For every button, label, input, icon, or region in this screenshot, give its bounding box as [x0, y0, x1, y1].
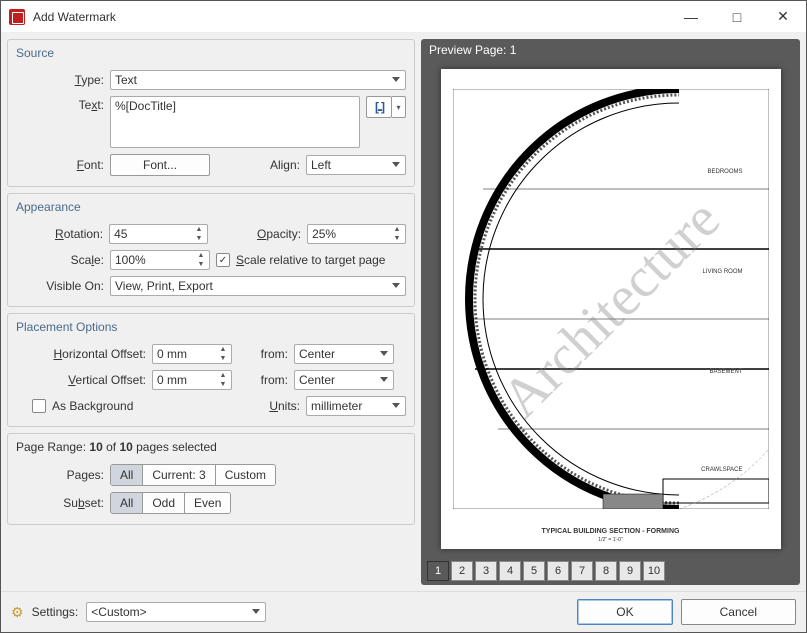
scale-relative-checkbox[interactable]: ✓: [216, 253, 230, 267]
drawing-caption: TYPICAL BUILDING SECTION - FORMING: [441, 528, 781, 535]
page-thumb-10[interactable]: 10: [643, 561, 665, 581]
scale-label: Scale:: [16, 253, 104, 267]
pages-current[interactable]: Current: 3: [143, 465, 215, 485]
as-background-checkbox[interactable]: [32, 399, 46, 413]
pages-custom[interactable]: Custom: [216, 465, 275, 485]
room-label: BEDROOMS: [707, 169, 742, 175]
group-title: Source: [16, 46, 406, 60]
units-select[interactable]: millimeter: [306, 396, 406, 416]
subset-toggle: All Odd Even: [110, 492, 231, 514]
dialog-window: Add Watermark — □ ✕ Source Type: Text Te…: [0, 0, 807, 633]
text-label: Text:: [16, 96, 104, 112]
placement-group: Placement Options Horizontal Offset: ▲▼ …: [7, 313, 415, 427]
font-label: Font:: [16, 158, 104, 172]
group-title: Page Range: 10 of 10 pages selected: [16, 440, 406, 454]
page-thumb-8[interactable]: 8: [595, 561, 617, 581]
app-icon: [9, 9, 25, 25]
spin-up[interactable]: ▲: [215, 345, 231, 354]
pages-toggle: All Current: 3 Custom: [110, 464, 276, 486]
page-thumb-2[interactable]: 2: [451, 561, 473, 581]
page-navigator: 12345678910: [421, 557, 800, 585]
page-thumb-3[interactable]: 3: [475, 561, 497, 581]
minimize-button[interactable]: —: [668, 1, 714, 33]
text-input[interactable]: %[DocTitle]: [110, 96, 360, 148]
visible-select[interactable]: View, Print, Export: [110, 276, 406, 296]
spin-down[interactable]: ▼: [215, 354, 231, 363]
room-label: CRAWLSPACE: [701, 467, 742, 473]
rotation-label: Rotation:: [16, 227, 103, 241]
from-label: from:: [238, 373, 288, 387]
vfrom-select[interactable]: Center: [294, 370, 394, 390]
source-group: Source Type: Text Text: %[DocTitle] [...…: [7, 39, 415, 187]
room-label: LIVING ROOM: [702, 269, 742, 275]
page-thumb-5[interactable]: 5: [523, 561, 545, 581]
type-select[interactable]: Text: [110, 70, 406, 90]
group-title: Appearance: [16, 200, 406, 214]
page-thumb-6[interactable]: 6: [547, 561, 569, 581]
spin-up[interactable]: ▲: [193, 251, 209, 260]
type-label: Type:: [16, 73, 104, 87]
spin-up[interactable]: ▲: [215, 371, 231, 380]
spin-down[interactable]: ▼: [389, 234, 405, 243]
preview-header: Preview Page: 1: [421, 39, 800, 61]
cancel-button[interactable]: Cancel: [681, 599, 796, 625]
subset-odd[interactable]: Odd: [143, 493, 185, 513]
visible-label: Visible On:: [16, 279, 104, 293]
hfrom-select[interactable]: Center: [294, 344, 394, 364]
align-label: Align:: [220, 158, 300, 172]
spin-up[interactable]: ▲: [191, 225, 207, 234]
spin-down[interactable]: ▼: [215, 380, 231, 389]
pages-all[interactable]: All: [111, 465, 143, 485]
units-label: Units:: [250, 399, 300, 413]
subset-all[interactable]: All: [111, 493, 143, 513]
spin-down[interactable]: ▼: [191, 234, 207, 243]
preview-panel: Preview Page: 1: [421, 39, 800, 585]
as-background-label: As Background: [52, 399, 133, 413]
subset-label: Subset:: [16, 496, 104, 510]
spin-down[interactable]: ▼: [193, 260, 209, 269]
preview-page: BEDROOMS LIVING ROOM BASEMENT CRAWLSPACE…: [441, 69, 781, 549]
pagerange-group: Page Range: 10 of 10 pages selected Page…: [7, 433, 415, 525]
macro-button[interactable]: [...]: [366, 96, 392, 118]
settings-select[interactable]: <Custom>: [86, 602, 266, 622]
pages-label: Pages:: [16, 468, 104, 482]
appearance-group: Appearance Rotation: ▲▼ Opacity: ▲▼ Scal…: [7, 193, 415, 307]
settings-label: Settings:: [32, 605, 79, 619]
voffset-label: Vertical Offset:: [16, 373, 146, 387]
hoffset-label: Horizontal Offset:: [16, 347, 146, 361]
page-thumb-1[interactable]: 1: [427, 561, 449, 581]
maximize-button[interactable]: □: [714, 1, 760, 33]
subset-even[interactable]: Even: [185, 493, 230, 513]
ok-button[interactable]: OK: [577, 599, 672, 625]
opacity-label: Opacity:: [214, 227, 301, 241]
room-label: BASEMENT: [709, 369, 742, 375]
gear-icon: ⚙: [11, 604, 24, 621]
font-button[interactable]: Font...: [110, 154, 210, 176]
spin-up[interactable]: ▲: [389, 225, 405, 234]
page-thumb-7[interactable]: 7: [571, 561, 593, 581]
close-button[interactable]: ✕: [760, 1, 806, 33]
drawing-scale: 1/2" = 1'-0": [441, 537, 781, 543]
align-select[interactable]: Left: [306, 155, 406, 175]
titlebar: Add Watermark — □ ✕: [1, 1, 806, 33]
window-title: Add Watermark: [33, 10, 668, 24]
group-title: Placement Options: [16, 320, 406, 334]
dialog-footer: ⚙ Settings: <Custom> OK Cancel: [1, 591, 806, 632]
from-label: from:: [238, 347, 288, 361]
scale-relative-label: SScale relative to target pagecale relat…: [236, 253, 385, 267]
preview-body: BEDROOMS LIVING ROOM BASEMENT CRAWLSPACE…: [421, 61, 800, 557]
macro-dropdown[interactable]: ▾: [392, 96, 406, 118]
page-thumb-4[interactable]: 4: [499, 561, 521, 581]
page-thumb-9[interactable]: 9: [619, 561, 641, 581]
